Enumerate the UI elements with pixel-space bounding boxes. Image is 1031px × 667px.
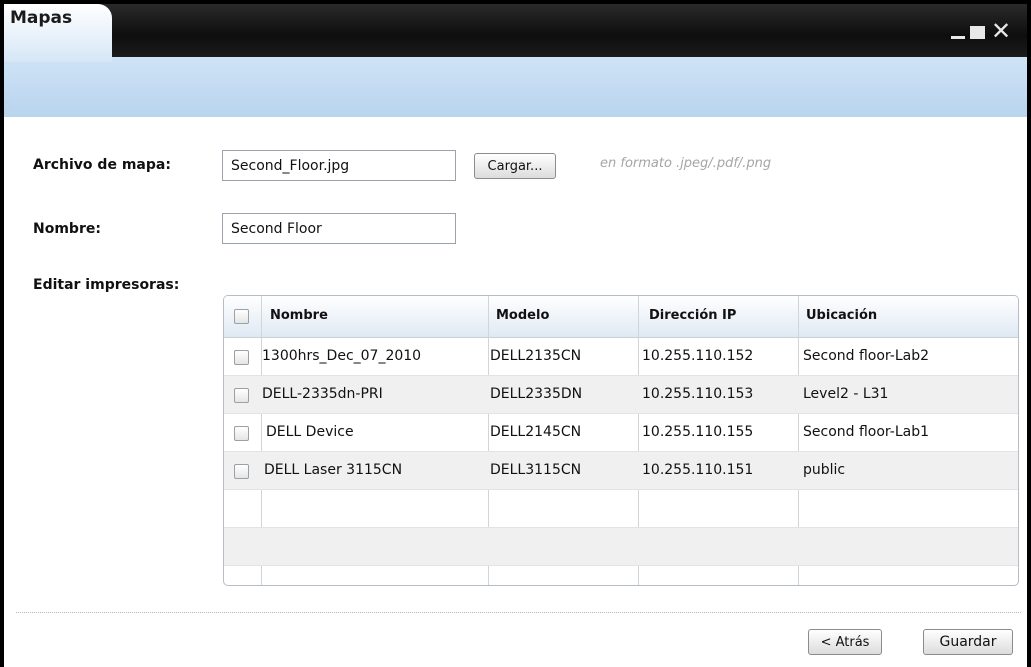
select-all-checkbox[interactable] xyxy=(234,309,249,324)
empty-row xyxy=(224,490,1018,528)
header-model[interactable]: Modelo xyxy=(496,308,549,323)
header-name[interactable]: Nombre xyxy=(270,308,328,323)
cell-location: public xyxy=(803,462,846,478)
cell-name: DELL Laser 3115CN xyxy=(264,462,403,478)
table-row[interactable]: DELL-2335dn-PRI DELL2335DN 10.255.110.15… xyxy=(224,376,1018,414)
header-band xyxy=(4,57,1027,117)
row-checkbox[interactable] xyxy=(234,388,249,403)
title-tab: Mapas xyxy=(4,4,112,62)
header-ip[interactable]: Dirección IP xyxy=(649,308,736,323)
cell-location: Level2 - L31 xyxy=(803,386,889,402)
table-row[interactable]: DELL Laser 3115CN DELL3115CN 10.255.110.… xyxy=(224,452,1018,490)
cell-ip: 10.255.110.153 xyxy=(642,386,754,402)
table-row[interactable]: 1300hrs_Dec_07_2010 DELL2135CN 10.255.11… xyxy=(224,338,1018,376)
close-icon[interactable]: ✕ xyxy=(991,18,1011,44)
name-field[interactable] xyxy=(222,213,456,244)
back-button[interactable]: < Atrás xyxy=(808,629,882,655)
table-row[interactable]: DELL Device DELL2145CN 10.255.110.155 Se… xyxy=(224,414,1018,452)
row-checkbox[interactable] xyxy=(234,464,249,479)
save-button[interactable]: Guardar xyxy=(923,629,1013,655)
cell-model: DELL2335DN xyxy=(490,386,583,402)
format-hint: en formato .jpeg/.pdf/.png xyxy=(600,156,772,171)
row-checkbox[interactable] xyxy=(234,350,249,365)
cell-location: Second floor-Lab2 xyxy=(803,348,930,364)
map-file-label: Archivo de mapa: xyxy=(33,157,171,173)
cell-model: DELL2145CN xyxy=(490,424,582,440)
cell-ip: 10.255.110.155 xyxy=(642,424,754,440)
cell-name: DELL Device xyxy=(266,424,354,440)
cell-model: DELL2135CN xyxy=(490,348,582,364)
footer-divider xyxy=(16,612,1021,613)
empty-row xyxy=(224,528,1018,566)
title-bar xyxy=(4,4,1027,57)
cell-location: Second floor-Lab1 xyxy=(803,424,930,440)
header-location[interactable]: Ubicación xyxy=(806,308,877,323)
name-label: Nombre: xyxy=(33,221,101,237)
window-title: Mapas xyxy=(10,8,73,28)
map-file-field[interactable] xyxy=(222,150,456,181)
cell-ip: 10.255.110.151 xyxy=(642,462,754,478)
table-header: Nombre Modelo Dirección IP Ubicación xyxy=(224,296,1018,338)
minimize-icon[interactable] xyxy=(951,36,965,39)
maps-window: Mapas ✕ Archivo de mapa: Cargar... en fo… xyxy=(4,4,1027,667)
upload-button[interactable]: Cargar... xyxy=(474,153,556,179)
row-checkbox[interactable] xyxy=(234,426,249,441)
cell-name: DELL-2335dn-PRI xyxy=(262,386,383,402)
cell-model: DELL3115CN xyxy=(490,462,582,478)
maximize-icon[interactable] xyxy=(970,26,985,39)
cell-name: 1300hrs_Dec_07_2010 xyxy=(262,348,422,364)
printers-table: Nombre Modelo Dirección IP Ubicación 130… xyxy=(223,295,1019,586)
cell-ip: 10.255.110.152 xyxy=(642,348,754,364)
edit-printers-label: Editar impresoras: xyxy=(33,277,180,293)
